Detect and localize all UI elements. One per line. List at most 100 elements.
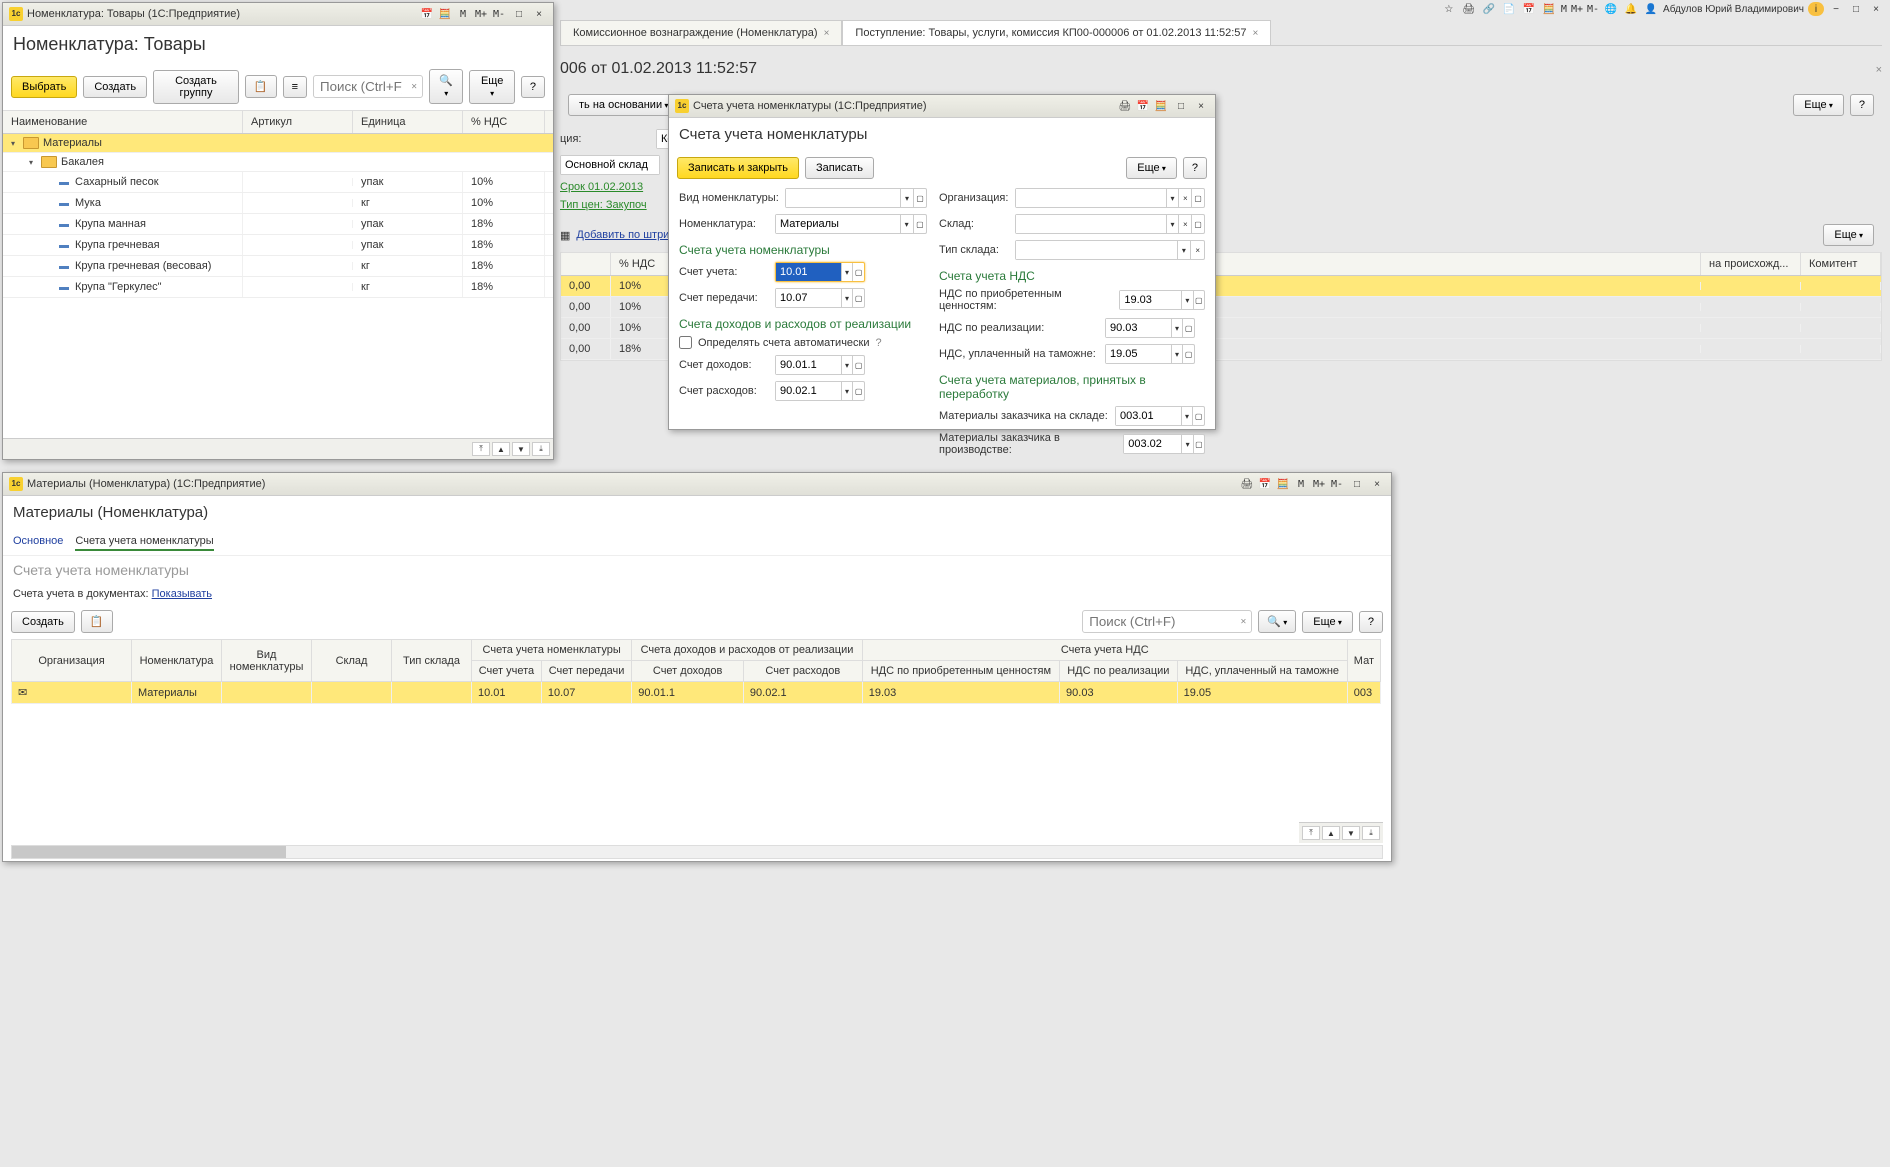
col-org[interactable]: Организация <box>12 640 132 682</box>
m-plus-icon[interactable]: M+ <box>1311 476 1327 492</box>
help-icon[interactable]: ? <box>876 337 882 349</box>
tree-root-row[interactable]: ▾ Материалы <box>3 134 553 153</box>
subtab-main[interactable]: Основное <box>13 533 63 551</box>
col-kind[interactable]: Вид номенклатуры <box>222 640 312 682</box>
tab-close-icon[interactable]: × <box>1253 28 1259 39</box>
auto-checkbox[interactable] <box>679 336 692 349</box>
m-plus-icon[interactable]: M+ <box>473 6 489 22</box>
tab-close-icon[interactable]: × <box>824 28 830 39</box>
nav-down-icon[interactable]: ▼ <box>512 442 530 456</box>
search-input[interactable] <box>1082 610 1252 633</box>
maximize-icon[interactable]: □ <box>511 7 527 21</box>
col-warehouse[interactable]: Склад <box>312 640 392 682</box>
open-icon[interactable]: ▢ <box>852 356 864 374</box>
col-transfer[interactable]: Счет передачи <box>541 661 631 682</box>
open-icon[interactable]: ▢ <box>1192 407 1204 425</box>
search-button[interactable]: 🔍 <box>429 69 463 104</box>
dropdown-icon[interactable]: ▾ <box>1181 291 1192 309</box>
dropdown-icon[interactable]: ▾ <box>1181 407 1193 425</box>
create-button[interactable]: Создать <box>83 76 147 98</box>
col-unit[interactable]: Единица <box>353 111 463 133</box>
open-icon[interactable]: ▢ <box>1191 189 1204 207</box>
collapse-icon[interactable]: ▾ <box>11 139 23 148</box>
col-komitent[interactable]: Комитент <box>1801 253 1881 275</box>
calc-icon[interactable]: 🧮 <box>1275 476 1291 492</box>
open-icon[interactable]: ▢ <box>1191 215 1204 233</box>
dropdown-icon[interactable]: ▾ <box>841 356 853 374</box>
more-button[interactable]: Еще <box>1302 611 1353 633</box>
create-group-button[interactable]: Создать группу <box>153 70 239 104</box>
search-button[interactable]: 🔍 <box>1258 610 1296 633</box>
tree-item-row[interactable]: Мукакг10% <box>3 193 553 214</box>
scrollbar-thumb[interactable] <box>12 846 286 858</box>
col-wtype[interactable]: Тип склада <box>392 640 472 682</box>
m-minus-icon[interactable]: M- <box>1329 476 1345 492</box>
doc-close-icon[interactable]: × <box>1876 64 1882 76</box>
tab-receipt[interactable]: Поступление: Товары, услуги, комиссия КП… <box>842 20 1271 45</box>
more-button[interactable]: Еще <box>469 70 514 104</box>
docs-link[interactable]: Показывать <box>152 588 212 600</box>
table-row[interactable]: ✉ Материалы 10.01 10.07 90.01.1 90.02.1 … <box>12 682 1381 704</box>
m-icon[interactable]: M <box>455 6 471 22</box>
expense-input[interactable] <box>776 382 841 400</box>
vat-customs-input[interactable] <box>1106 345 1171 363</box>
m-minus-icon[interactable]: M- <box>491 6 507 22</box>
grid-more-button[interactable]: Еще <box>1823 224 1874 246</box>
clear-icon[interactable]: × <box>411 81 417 92</box>
col-grp-income[interactable]: Счета доходов и расходов от реализации <box>632 640 862 661</box>
help-button[interactable]: ? <box>521 76 545 98</box>
copy-button[interactable]: 📋 <box>245 75 277 98</box>
col-article[interactable]: Артикул <box>243 111 353 133</box>
calendar-icon[interactable]: 📅 <box>1521 2 1537 16</box>
bell-icon[interactable]: 🔔 <box>1623 2 1639 16</box>
calc-icon[interactable]: 🧮 <box>1541 2 1557 16</box>
close-icon[interactable]: × <box>1868 2 1884 16</box>
open-icon[interactable]: ▢ <box>852 289 864 307</box>
term-link[interactable]: Срок 01.02.2013 <box>560 181 643 193</box>
nomen-input[interactable] <box>776 215 900 233</box>
dropdown-icon[interactable]: ▾ <box>900 189 913 207</box>
dropdown-icon[interactable]: ▾ <box>841 289 853 307</box>
h-scrollbar[interactable] <box>11 845 1383 859</box>
nav-last-icon[interactable]: ⤓ <box>1362 826 1380 840</box>
wtype-input[interactable] <box>1016 241 1177 259</box>
open-icon[interactable]: ▢ <box>1193 435 1204 453</box>
list-button[interactable]: ≡ <box>283 76 307 98</box>
calendar-icon[interactable]: 📅 <box>1257 476 1273 492</box>
clear-icon[interactable]: × <box>1178 215 1191 233</box>
col-expense[interactable]: Счет расходов <box>743 661 862 682</box>
info-icon[interactable]: i <box>1808 2 1824 16</box>
select-button[interactable]: Выбрать <box>11 76 77 98</box>
mat-stock-input[interactable] <box>1116 407 1181 425</box>
dropdown-icon[interactable]: ▾ <box>1166 189 1179 207</box>
nav-first-icon[interactable]: ⤒ <box>472 442 490 456</box>
create-button[interactable]: Создать <box>11 611 75 633</box>
copy-button[interactable]: 📋 <box>81 610 113 633</box>
maximize-icon[interactable]: □ <box>1848 2 1864 16</box>
vat-out-input[interactable] <box>1106 319 1171 337</box>
col-account[interactable]: Счет учета <box>472 661 542 682</box>
vat-in-input[interactable] <box>1120 291 1181 309</box>
open-icon[interactable]: ▢ <box>913 215 926 233</box>
create-basis-button[interactable]: ть на основании <box>568 94 679 116</box>
col-vat-customs[interactable]: НДС, уплаченный на таможне <box>1177 661 1347 682</box>
nav-last-icon[interactable]: ⤓ <box>532 442 550 456</box>
search-input[interactable] <box>313 75 423 98</box>
tree-item-row[interactable]: Крупа маннаяупак18% <box>3 214 553 235</box>
col-nomen[interactable]: Номенклатура <box>132 640 222 682</box>
mat-prod-input[interactable] <box>1124 435 1181 453</box>
warehouse-input[interactable] <box>561 156 659 174</box>
globe-icon[interactable]: 🌐 <box>1603 2 1619 16</box>
calc-icon[interactable]: 🧮 <box>1153 98 1169 114</box>
nav-up-icon[interactable]: ▲ <box>492 442 510 456</box>
transfer-input[interactable] <box>776 289 841 307</box>
m-minus-label[interactable]: M- <box>1587 4 1599 15</box>
nav-down-icon[interactable]: ▼ <box>1342 826 1360 840</box>
dropdown-icon[interactable]: ▾ <box>841 382 853 400</box>
open-icon[interactable]: ▢ <box>1182 319 1194 337</box>
m-label[interactable]: M <box>1561 4 1567 15</box>
collapse-icon[interactable]: ▾ <box>29 158 41 167</box>
save-close-button[interactable]: Записать и закрыть <box>677 157 799 179</box>
dropdown-icon[interactable]: ▾ <box>1181 435 1192 453</box>
close-icon[interactable]: × <box>1193 99 1209 113</box>
